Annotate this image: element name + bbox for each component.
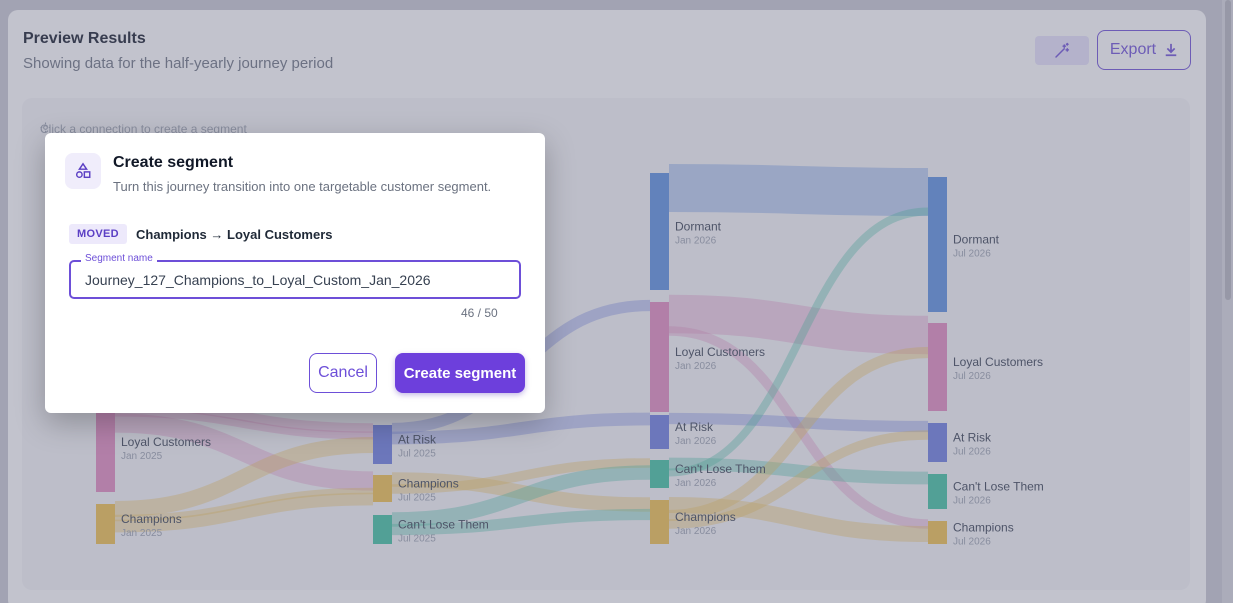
cancel-button[interactable]: Cancel [309, 353, 377, 393]
segment-name-field[interactable]: Segment name [69, 253, 521, 299]
create-segment-button[interactable]: Create segment [395, 353, 525, 393]
character-counter: 46 / 50 [461, 306, 498, 320]
create-segment-dialog: Create segment Turn this journey transit… [45, 133, 545, 413]
transition-label: Champions → Loyal Customers [136, 227, 333, 242]
segment-name-input[interactable] [71, 262, 519, 297]
shapes-icon [75, 162, 91, 179]
transition-type-badge: MOVED [69, 224, 127, 244]
modal-icon-box [65, 153, 101, 189]
modal-title: Create segment [113, 154, 234, 171]
modal-description: Turn this journey transition into one ta… [113, 179, 492, 194]
